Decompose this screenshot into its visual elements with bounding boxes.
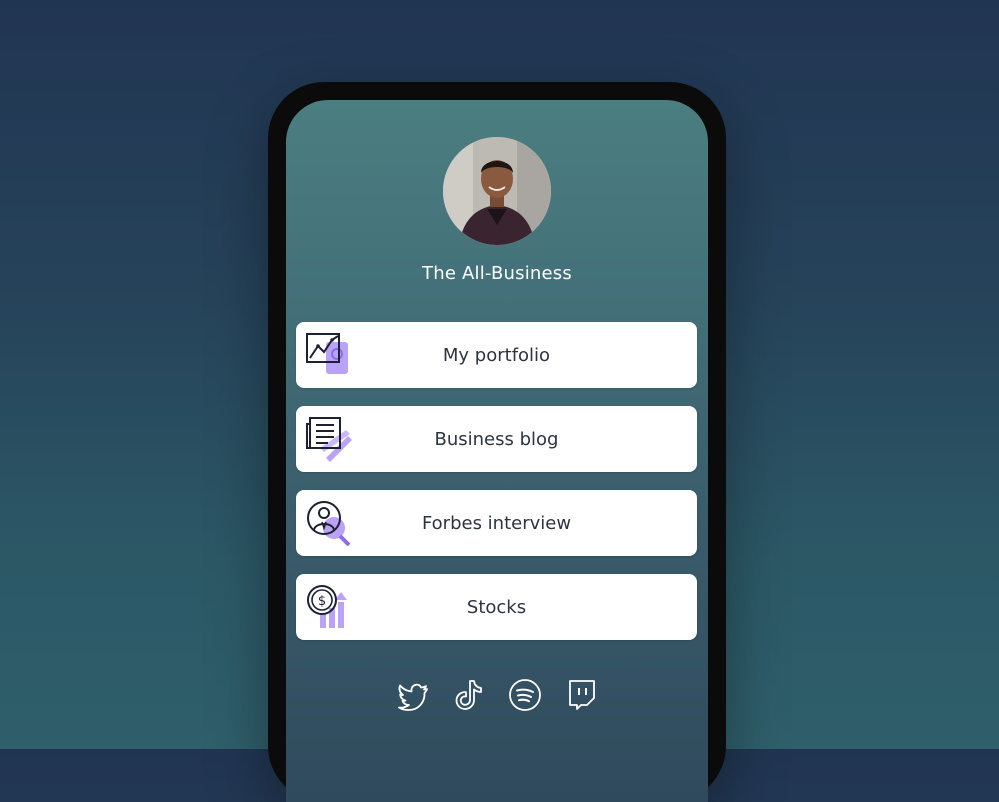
twitter-icon[interactable]: [396, 678, 430, 712]
link-forbes-interview[interactable]: Forbes interview: [296, 490, 697, 556]
avatar: [443, 137, 551, 245]
link-stocks[interactable]: $ Stocks: [296, 574, 697, 640]
social-links: [286, 678, 708, 712]
link-business-blog[interactable]: Business blog: [296, 406, 697, 472]
phone-frame: The All-Business My portfolio Business b…: [268, 82, 726, 802]
link-label: Business blog: [434, 428, 559, 450]
profile-name: The All-Business: [422, 263, 572, 284]
link-label: Stocks: [466, 596, 527, 618]
twitch-icon[interactable]: [564, 678, 598, 712]
tiktok-icon[interactable]: [452, 678, 486, 712]
link-my-portfolio[interactable]: My portfolio: [296, 322, 697, 388]
spotify-icon[interactable]: [508, 678, 542, 712]
link-label: Forbes interview: [421, 512, 572, 534]
phone-screen: The All-Business My portfolio Business b…: [286, 100, 708, 802]
link-label: My portfolio: [442, 344, 551, 366]
